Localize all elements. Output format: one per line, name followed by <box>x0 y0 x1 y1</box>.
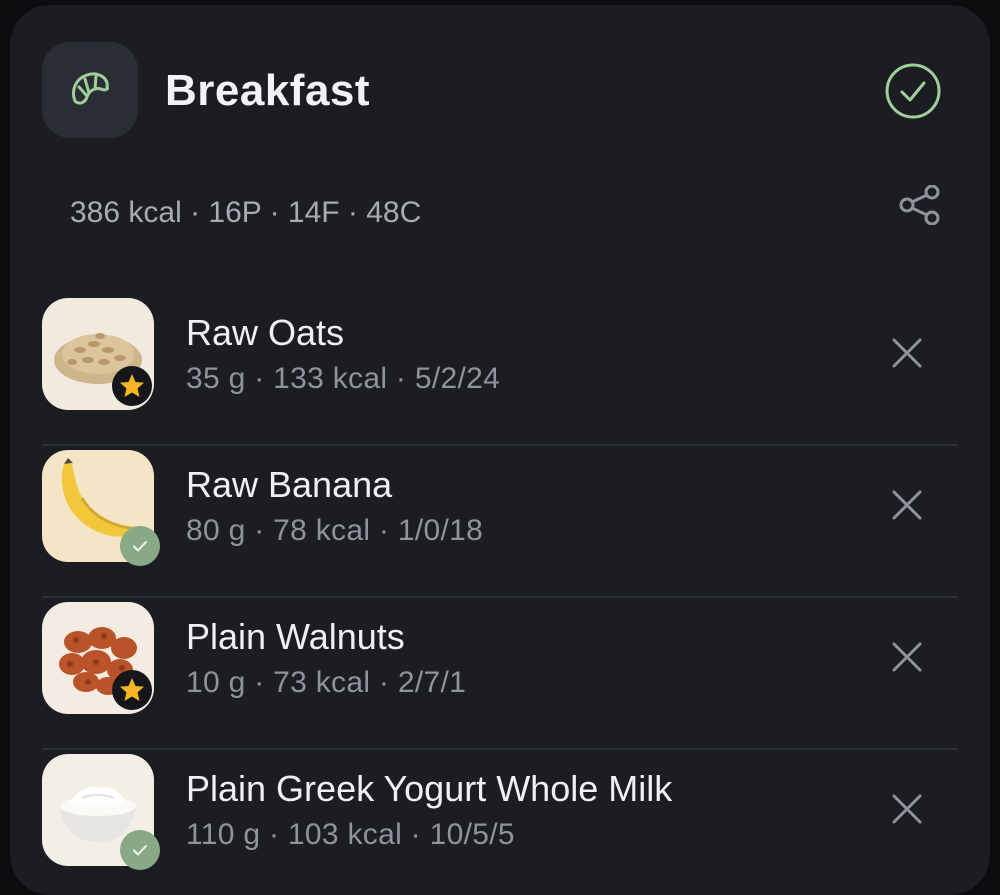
remove-food-button[interactable] <box>890 488 924 522</box>
check-badge-icon <box>120 526 160 566</box>
close-icon <box>892 794 922 824</box>
food-meta: 10 g · 73 kcal · 2/7/1 <box>186 666 467 699</box>
food-row[interactable]: Plain Walnuts 10 g · 73 kcal · 2/7/1 <box>42 598 958 750</box>
close-icon <box>892 642 922 672</box>
star-icon <box>112 366 152 406</box>
food-list: Raw Oats 35 g · 133 kcal · 5/2/24 Raw Ba… <box>42 294 958 895</box>
meal-icon-container <box>42 42 138 138</box>
close-icon <box>892 490 922 520</box>
food-name: Plain Greek Yogurt Whole Milk <box>186 768 673 809</box>
check-circle-icon <box>885 63 941 119</box>
meal-card: Breakfast 386 kcal · 16P · 14F · 48C Raw… <box>10 5 990 895</box>
meal-header: Breakfast <box>42 42 958 138</box>
remove-food-button[interactable] <box>890 336 924 370</box>
complete-meal-button[interactable] <box>884 62 942 120</box>
food-row[interactable]: Raw Oats 35 g · 133 kcal · 5/2/24 <box>42 294 958 446</box>
share-button[interactable] <box>898 184 942 226</box>
close-icon <box>892 338 922 368</box>
food-meta: 80 g · 78 kcal · 1/0/18 <box>186 514 484 547</box>
food-row[interactable]: Plain Greek Yogurt Whole Milk 110 g · 10… <box>42 750 958 895</box>
meal-nutrition-summary: 386 kcal · 16P · 14F · 48C <box>70 196 422 229</box>
food-name: Plain Walnuts <box>186 616 405 657</box>
star-icon <box>112 670 152 710</box>
remove-food-button[interactable] <box>890 640 924 674</box>
food-name: Raw Banana <box>186 464 393 505</box>
food-meta: 35 g · 133 kcal · 5/2/24 <box>186 362 501 395</box>
food-meta: 110 g · 103 kcal · 10/5/5 <box>186 818 515 851</box>
remove-food-button[interactable] <box>890 792 924 826</box>
check-badge-icon <box>120 830 160 870</box>
share-icon <box>899 184 940 226</box>
food-row[interactable]: Raw Banana 80 g · 78 kcal · 1/0/18 <box>42 446 958 598</box>
croissant-icon <box>72 72 109 105</box>
meal-title: Breakfast <box>165 66 371 115</box>
food-name: Raw Oats <box>186 312 345 353</box>
